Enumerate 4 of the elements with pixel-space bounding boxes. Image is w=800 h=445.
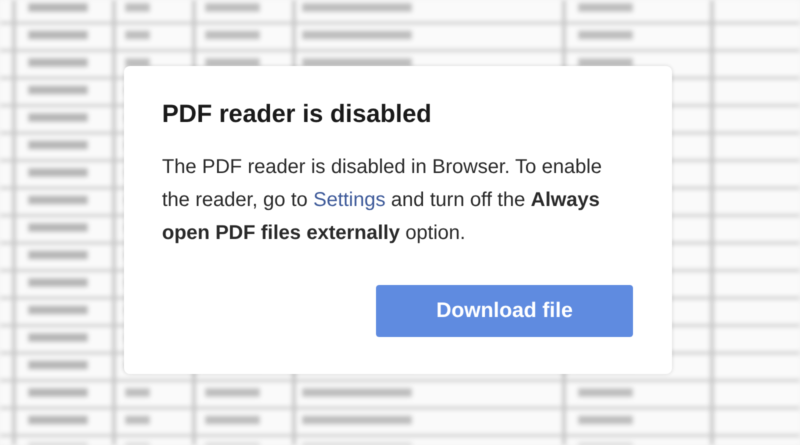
dialog-message: The PDF reader is disabled in Browser. To enable the reader, go to Settings and turn off the Always open PDF files externally option.	[162, 155, 603, 246]
settings-link[interactable]: Settings	[313, 189, 386, 211]
download-button[interactable]: Download file	[376, 285, 633, 337]
dialog-title: PDF reader is disabled	[162, 102, 433, 127]
